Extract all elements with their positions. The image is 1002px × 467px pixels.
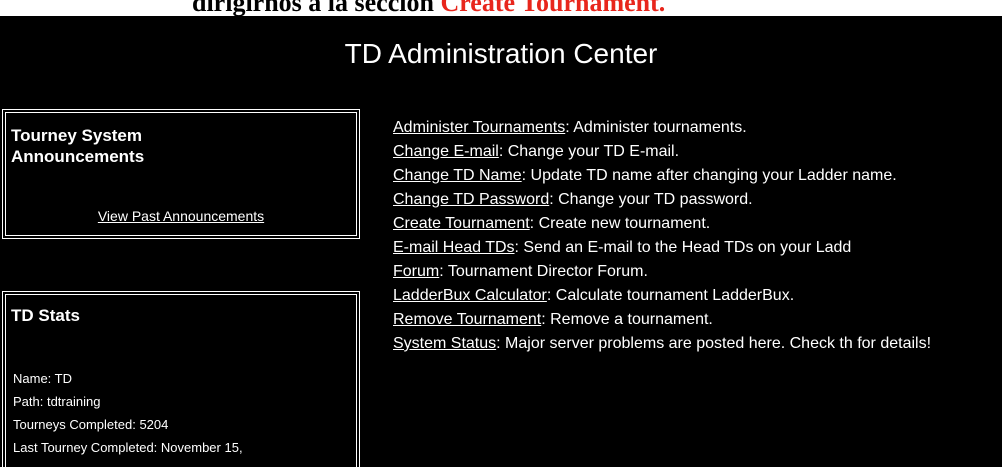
email-head-tds-link[interactable]: E-mail Head TDs [393,239,515,256]
announcements-panel: Tourney System Announcements View Past A… [2,109,360,239]
menu-item-description: : Change your TD E-mail. [498,143,680,160]
admin-menu: Administer Tournaments: Administer tourn… [368,116,1002,356]
stat-name: Name: TD [13,371,72,386]
stat-tourneys-completed: Tourneys Completed: 5204 [13,417,169,432]
change-td-name-link[interactable]: Change TD Name [393,167,522,184]
ladderbux-calculator-link[interactable]: LadderBux Calculator [393,287,547,304]
menu-item-forum: Forum: Tournament Director Forum. [368,260,1002,284]
page-title: TD Administration Center [344,38,658,69]
menu-item-ladderbux-calculator: LadderBux Calculator: Calculate tourname… [368,284,1002,308]
forum-link[interactable]: Forum [393,263,439,280]
menu-item-description: : Administer tournaments. [565,119,747,136]
document-caption: dirígirnos a la sección Create Tournamen… [192,0,665,16]
caption-section-name: Create Tournament. [440,0,666,16]
announcements-heading: Tourney System Announcements [11,126,145,166]
menu-item-description: : Remove a tournament. [541,311,713,328]
change-td-password-link[interactable]: Change TD Password [393,191,549,208]
menu-item-create-tournament: Create Tournament: Create new tournament… [368,212,1002,236]
stat-last-tourney-completed: Last Tourney Completed: November 15, [13,440,243,455]
menu-item-administer-tournaments: Administer Tournaments: Administer tourn… [368,116,1002,140]
create-tournament-link[interactable]: Create Tournament [393,215,530,232]
menu-item-description: : Change your TD password. [549,191,753,208]
menu-item-description: : Update TD name after changing your Lad… [521,167,897,184]
system-status-link[interactable]: System Status [393,335,496,352]
change-email-link[interactable]: Change E-mail [393,143,499,160]
menu-item-remove-tournament: Remove Tournament: Remove a tournament. [368,308,1002,332]
menu-item-email-head-tds: E-mail Head TDs: Send an E-mail to the H… [368,236,1002,260]
menu-item-change-td-password: Change TD Password: Change your TD passw… [368,188,1002,212]
view-past-announcements-link[interactable]: View Past Announcements [6,208,356,224]
menu-item-description: : Tournament Director Forum. [439,263,648,280]
menu-item-system-status: System Status: Major server problems are… [368,332,1002,356]
menu-item-description: : Create new tournament. [529,215,711,232]
stat-path: Path: tdtraining [13,394,101,409]
remove-tournament-link[interactable]: Remove Tournament [393,311,541,328]
document-caption-strip: dirígirnos a la sección Create Tournamen… [0,0,1002,16]
menu-item-change-email: Change E-mail: Change your TD E-mail. [368,140,1002,164]
caption-prefix: dirígirnos a la sección [192,0,441,16]
administer-tournaments-link[interactable]: Administer Tournaments [393,119,565,136]
td-stats-list: Name: TD Path: tdtraining Tourneys Compl… [13,367,243,459]
td-stats-heading: TD Stats [11,306,80,325]
menu-item-description: : Send an E-mail to the Head TDs on your… [514,239,852,256]
menu-item-description: : Calculate tournament LadderBux. [546,287,795,304]
menu-item-description: : Major server problems are posted here.… [496,335,932,352]
menu-item-change-td-name: Change TD Name: Update TD name after cha… [368,164,1002,188]
td-stats-panel: TD Stats Name: TD Path: tdtraining Tourn… [2,291,360,467]
